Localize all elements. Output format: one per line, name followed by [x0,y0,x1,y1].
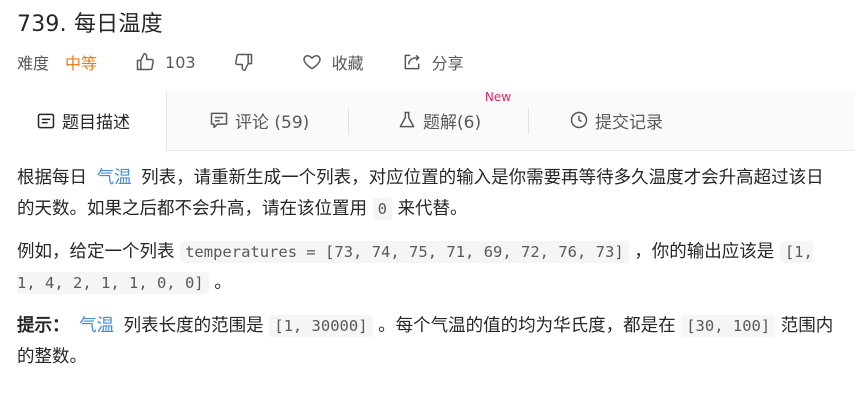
problem-title: 739. 每日温度 [17,12,163,37]
like-button[interactable]: 103 [135,52,196,72]
share-icon [404,54,420,70]
text: 来代替。 [397,199,468,219]
share-button[interactable]: 分享 [402,50,464,74]
comment-icon [210,112,228,129]
keyword-temperature: 气温 [96,168,132,188]
new-badge: New [484,89,512,104]
keyword-temperature: 气温 [79,316,115,336]
tab-description-label: 题目描述 [62,113,130,133]
thumbs-down-icon [234,53,252,72]
inline-code: [30, 100] [681,315,776,337]
problem-meta-bar: 难度 中等 103 收藏 分享 [17,48,502,76]
tab-solutions-label: 题解(6) [423,112,482,133]
description-paragraph-3: 提示： 气温 列表长度的范围是 [1, 30000] 。每个气温的值的均为华氏度… [17,311,837,373]
description-icon [37,113,55,128]
difficulty-value: 中等 [65,54,98,73]
description-paragraph-2: 例如，给定一个列表 temperatures = [73, 74, 75, 71… [17,237,837,299]
text: 。 [214,273,232,293]
text: ，你的输出应该是 [634,242,775,262]
description-paragraph-1: 根据每日 气温 列表，请重新生成一个列表，对应位置的输入是你需要再等待多久温度才… [17,163,837,225]
dislike-button[interactable] [234,52,264,72]
heart-icon [302,55,321,70]
like-count: 103 [165,52,196,72]
text: 列表长度的范围是 [123,316,264,336]
hint-label: 提示： [17,316,70,336]
share-label: 分享 [431,54,464,73]
text: 根据每日 [17,168,87,188]
tab-divider [528,108,529,134]
problem-description: 根据每日 气温 列表，请重新生成一个列表，对应位置的输入是你需要再等待多久温度才… [17,163,837,385]
tab-solutions[interactable]: 题解(6) New [397,90,511,150]
tab-submissions[interactable]: 提交记录 [569,90,663,150]
text: 例如，给定一个列表 [17,242,175,262]
flask-icon [399,111,415,128]
text: 。每个气温的值的均为华氏度，都是在 [378,316,676,336]
inline-code: [1, 30000] [269,315,373,337]
tab-comments[interactable]: 评论 (59) [209,90,309,150]
inline-code: 0 [372,198,392,220]
problem-tabs: 题目描述 评论 (59) 题解(6) New 提交记录 [0,90,855,151]
tab-description[interactable]: 题目描述 [0,90,167,151]
favorite-label: 收藏 [331,54,364,73]
tab-comments-label: 评论 (59) [235,112,310,133]
tab-submissions-label: 提交记录 [595,112,663,133]
tab-divider [348,108,349,134]
favorite-button[interactable]: 收藏 [302,50,364,74]
clock-icon [570,111,588,129]
difficulty-label: 难度 [17,54,50,73]
inline-code: temperatures = [73, 74, 75, 71, 69, 72, … [180,241,629,263]
tab-solutions-label-wrap: 题解(6) New [423,90,511,133]
thumbs-up-icon [136,52,154,71]
